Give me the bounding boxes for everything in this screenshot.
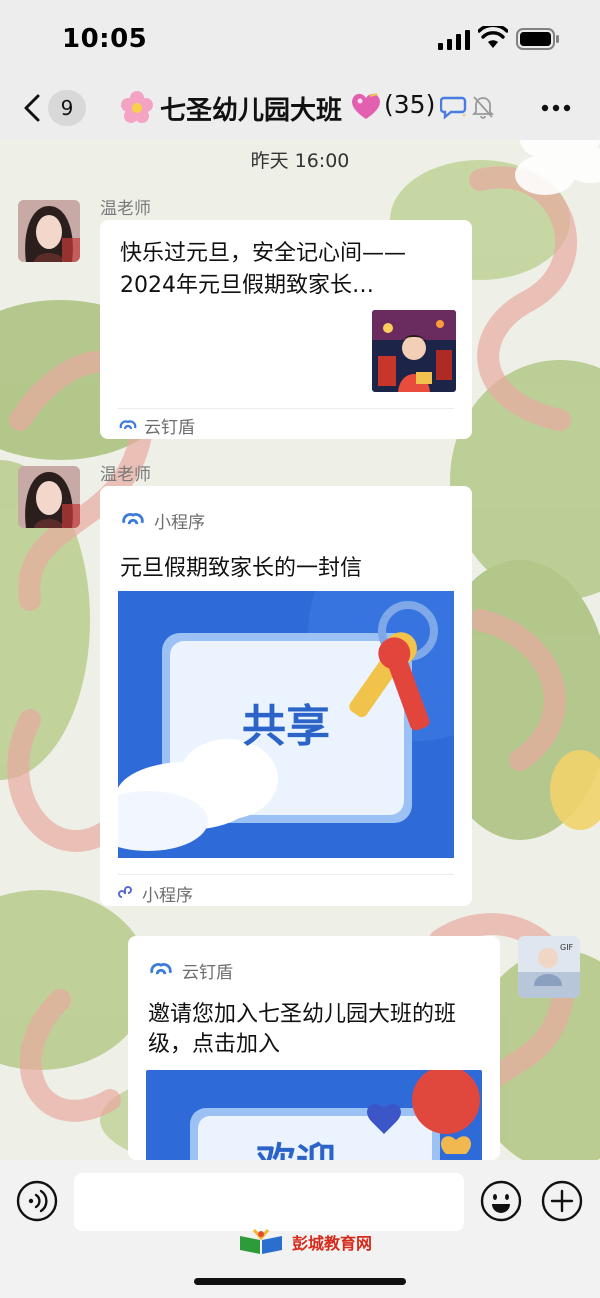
- card-thumbnail: [372, 310, 456, 392]
- sender-name: 温老师: [100, 465, 151, 485]
- more-options-icon[interactable]: [541, 104, 571, 112]
- voice-input-icon[interactable]: [16, 1180, 58, 1222]
- chat-title[interactable]: 七圣幼儿园大班: [160, 90, 342, 127]
- wifi-icon: [478, 26, 508, 48]
- card-source: 云钉盾: [144, 418, 195, 438]
- cover-text: 欢迎: [255, 1140, 336, 1160]
- share-keys-illustration: 共享: [118, 591, 454, 858]
- yundingdun-logo-icon: [119, 420, 137, 430]
- svg-text:GIF: GIF: [560, 943, 574, 952]
- book-logo-icon: [240, 1229, 282, 1254]
- chat-header: 9 七圣幼儿园大班 (35): [0, 80, 600, 140]
- card-footer-label: 小程序: [142, 886, 193, 906]
- link-card[interactable]: 快乐过元旦，安全记心间——2024年元旦假期致家长… 云钉盾: [100, 220, 472, 439]
- divider: [118, 408, 454, 409]
- yundingdun-logo-icon: [150, 963, 172, 975]
- mini-program-card[interactable]: 小程序 元旦假期致家长的一封信 共享 小程序: [100, 486, 472, 906]
- battery-icon: [516, 28, 559, 50]
- clock-time: 10:05: [62, 24, 148, 54]
- cover-text: 共享: [242, 701, 330, 752]
- unread-count-badge[interactable]: 9: [48, 90, 86, 126]
- message-timestamp: 昨天 16:00: [250, 150, 350, 172]
- back-icon[interactable]: [22, 93, 42, 123]
- mini-program-icon: [118, 886, 132, 898]
- ai-chat-icon[interactable]: [440, 94, 468, 120]
- avatar[interactable]: [18, 466, 80, 528]
- flower-icon: [121, 91, 153, 123]
- card-header-label: 小程序: [154, 513, 205, 533]
- card-title: 邀请您加入七圣幼儿园大班的班级，点击加入: [148, 1002, 457, 1057]
- divider: [118, 874, 454, 875]
- avatar[interactable]: GIF: [518, 936, 580, 998]
- avatar[interactable]: [18, 200, 80, 262]
- heart-icon: [352, 93, 380, 119]
- card-title: 快乐过元旦，安全记心间——2024年元旦假期致家长…: [120, 241, 407, 298]
- welcome-illustration: 欢迎: [146, 1070, 482, 1160]
- mute-bell-icon: [472, 96, 494, 119]
- card-cover-image: 共享: [118, 591, 454, 858]
- card-header-label: 云钉盾: [182, 963, 233, 983]
- invite-card[interactable]: 云钉盾 邀请您加入七圣幼儿园大班的班级，点击加入 欢迎: [128, 936, 500, 1160]
- message-input[interactable]: [74, 1173, 464, 1231]
- home-indicator[interactable]: [194, 1278, 406, 1285]
- member-count[interactable]: (35): [384, 90, 435, 119]
- watermark-text: 彭城教育网: [292, 1234, 373, 1253]
- watermark: 彭城教育网: [236, 1228, 372, 1256]
- yundingdun-logo-icon: [122, 513, 144, 525]
- cellular-signal-icon: [438, 30, 470, 50]
- emoji-icon[interactable]: [480, 1180, 522, 1222]
- status-bar: 10:05: [0, 0, 600, 80]
- input-bar: 彭城教育网: [0, 1160, 600, 1298]
- plus-icon[interactable]: [541, 1180, 583, 1222]
- card-title: 元旦假期致家长的一封信: [120, 556, 363, 581]
- card-cover-image: 欢迎: [146, 1070, 482, 1160]
- sender-name: 温老师: [100, 199, 151, 219]
